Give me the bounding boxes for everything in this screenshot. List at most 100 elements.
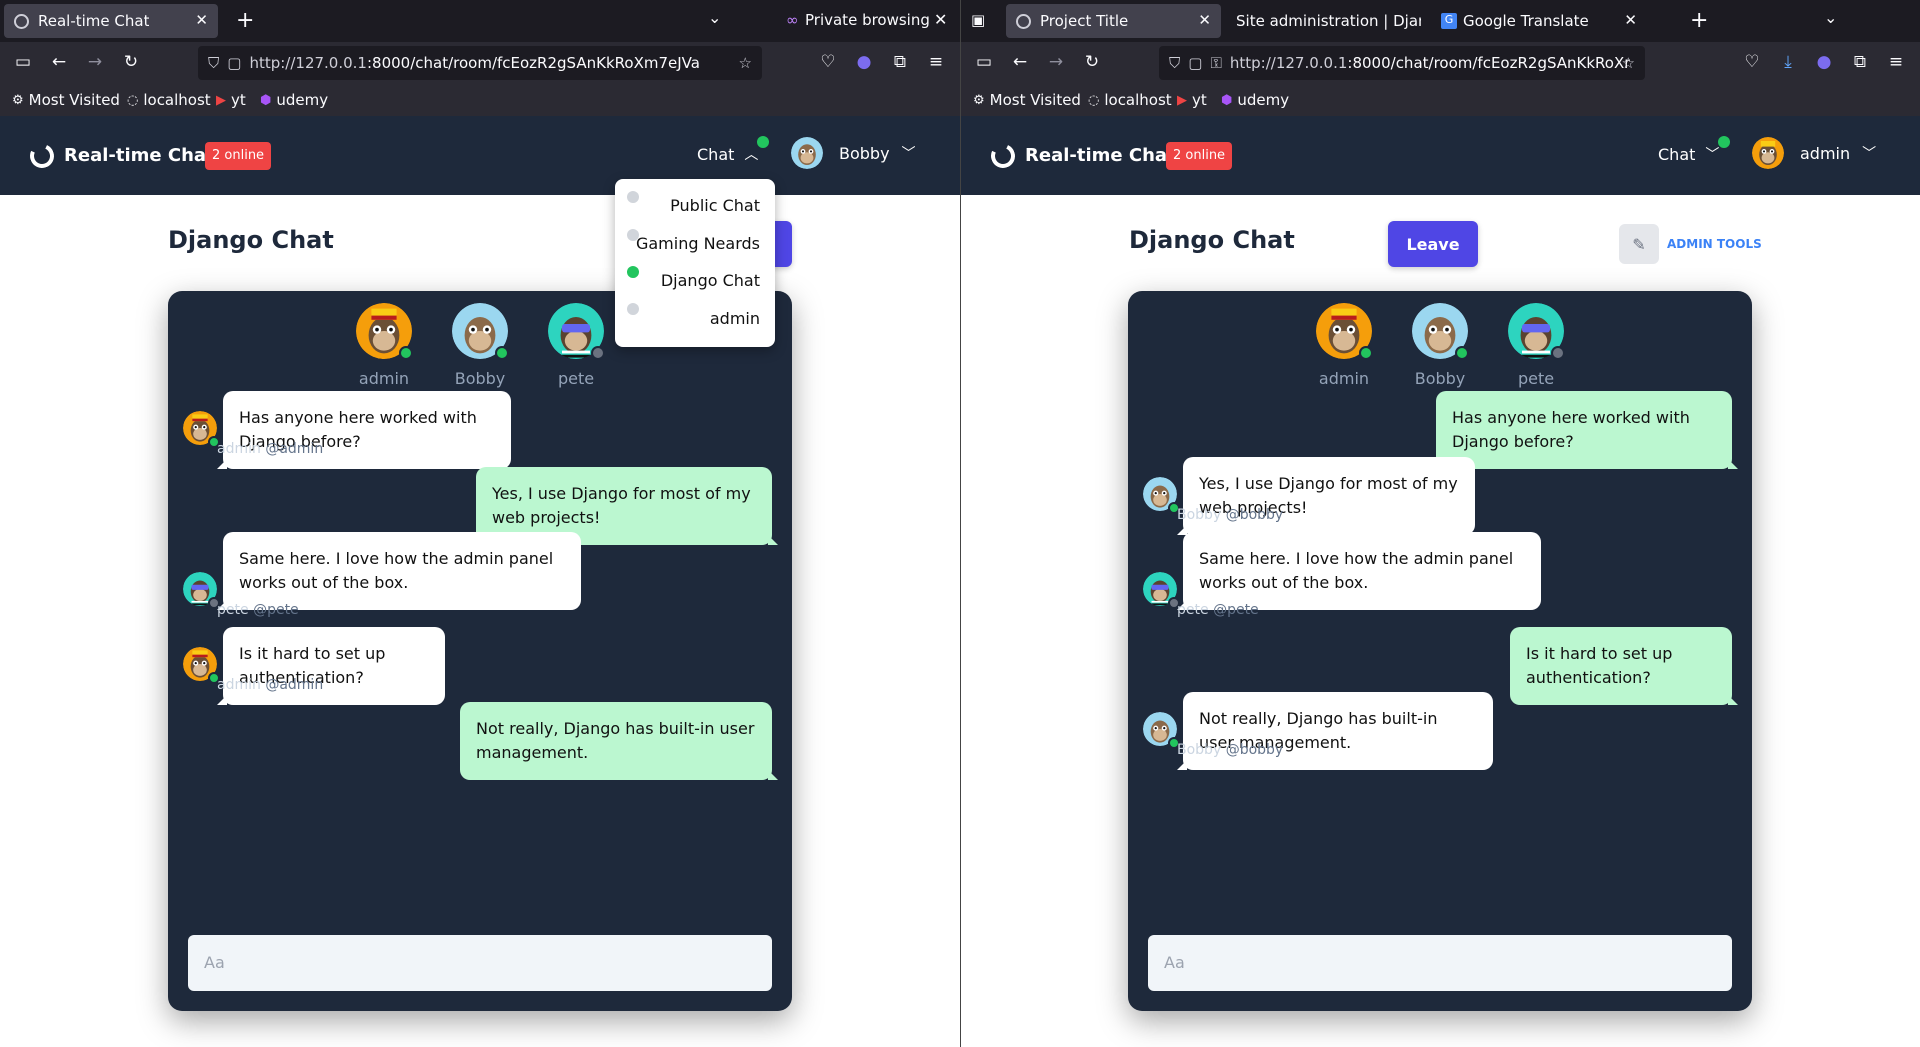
tab-google-translate[interactable]: G Google Translate ✕ — [1431, 4, 1647, 38]
message-author: Bobby @bobby — [1177, 507, 1283, 523]
chevron-down-icon: ﹀ — [901, 146, 916, 162]
online-status-dot — [1455, 346, 1469, 360]
member-list: admin Bobby pete — [1128, 303, 1752, 388]
admin-tools-label[interactable]: ADMIN TOOLS — [1667, 237, 1762, 251]
pocket-icon[interactable]: ♡ — [816, 52, 840, 72]
sidebar-icon[interactable]: ▭ — [972, 52, 996, 72]
new-tab-icon[interactable]: + — [1690, 8, 1708, 33]
bookmark-most-visited[interactable]: ⚙ Most Visited — [973, 91, 1081, 109]
url-bar[interactable]: ⛉ ▢ ⚿ http://127.0.0.1:8000/chat/room/fc… — [1159, 46, 1645, 80]
offline-status-dot — [591, 346, 605, 360]
online-indicator — [757, 136, 769, 148]
message-author: Bobby @bobby — [1177, 742, 1283, 758]
sidebar-icon[interactable]: ▭ — [11, 52, 35, 72]
close-window-icon[interactable]: ✕ — [934, 10, 947, 29]
ring-icon: ◌ — [1088, 92, 1100, 108]
message-input[interactable]: Aa — [1148, 935, 1732, 991]
member-bobby[interactable]: Bobby — [1410, 303, 1470, 388]
bookmark-localhost[interactable]: ◌ localhost — [1088, 91, 1172, 109]
bookmark-star-icon[interactable]: ☆ — [1622, 54, 1635, 72]
account-icon[interactable]: ● — [852, 52, 876, 72]
tab-project-title[interactable]: Project Title ✕ — [1006, 4, 1221, 38]
bookmark-yt[interactable]: ▶ yt — [1177, 91, 1207, 109]
forward-icon[interactable]: → — [83, 52, 107, 72]
list-tabs-icon[interactable]: ⌄ — [708, 8, 721, 27]
bookmark-most-visited[interactable]: ⚙ Most Visited — [12, 91, 120, 109]
online-indicator — [1718, 136, 1730, 148]
tab-site-administration[interactable]: Site administration | Django site admin — [1226, 4, 1429, 38]
url-text: http://127.0.0.1:8000/chat/room/fcEozR2g… — [1229, 54, 1630, 72]
brand-name[interactable]: Real-time Chat — [1025, 145, 1176, 166]
member-name: admin — [358, 369, 410, 388]
shield-icon: ⛉ — [1169, 54, 1181, 72]
member-admin[interactable]: admin — [1314, 303, 1374, 388]
extensions-icon[interactable]: ⧉ — [1848, 52, 1872, 72]
ring-logo-icon[interactable] — [987, 140, 1019, 172]
chevron-down-icon: ﹀ — [1862, 146, 1877, 162]
navigation-toolbar: ▭ ← → ↻ ⛉ ▢ http://127.0.0.1:8000/chat/r… — [0, 42, 960, 86]
udemy-icon: ⬢ — [1221, 92, 1233, 108]
message-input[interactable]: Aa — [188, 935, 772, 991]
member-pete[interactable]: pete — [546, 303, 606, 388]
menu-icon[interactable]: ≡ — [924, 52, 948, 72]
reload-icon[interactable]: ↻ — [119, 52, 143, 72]
member-admin[interactable]: admin — [354, 303, 414, 388]
account-icon[interactable]: ● — [1812, 52, 1836, 72]
author-name: admin — [217, 441, 261, 457]
member-name: Bobby — [454, 369, 506, 388]
dropdown-item-admin[interactable]: admin — [710, 309, 760, 328]
ape-avatar-icon — [183, 647, 220, 684]
user-name: Bobby — [839, 143, 890, 163]
online-status-dot — [399, 346, 413, 360]
pencil-icon[interactable]: ✎ — [1619, 224, 1659, 264]
bookmark-udemy[interactable]: ⬢ udemy — [1221, 91, 1289, 109]
tab-bar: ▣ Project Title ✕ Site administration | … — [961, 0, 1920, 42]
dropdown-item-gaming-neards[interactable]: Gaming Neards — [636, 234, 760, 253]
close-tab-icon[interactable]: ✕ — [1624, 11, 1637, 29]
online-status-dot — [1359, 346, 1373, 360]
bookmark-star-icon[interactable]: ☆ — [739, 54, 752, 72]
left-browser-window: Real-time Chat ✕ + ⌄ ∞ Private browsing … — [0, 0, 960, 1047]
member-bobby[interactable]: Bobby — [450, 303, 510, 388]
bookmark-label: localhost — [143, 91, 211, 109]
member-pete[interactable]: pete — [1506, 303, 1566, 388]
tab-favicon-icon — [14, 13, 29, 29]
member-name: pete — [1517, 369, 1555, 388]
bookmarks-toolbar: ⚙ Most Visited ◌ localhost ▶ yt ⬢ udemy — [0, 86, 960, 116]
new-tab-icon[interactable]: + — [236, 8, 254, 33]
ring-logo-icon[interactable] — [26, 140, 58, 172]
brand-name[interactable]: Real-time Chat — [64, 145, 215, 166]
back-icon[interactable]: ← — [47, 52, 71, 72]
pocket-icon[interactable]: ♡ — [1740, 52, 1764, 72]
downloads-icon[interactable]: ⤓ — [1776, 52, 1800, 72]
leave-button[interactable]: Leave — [1388, 221, 1478, 267]
bookmark-label: localhost — [1104, 91, 1172, 109]
key-icon: ⚿ — [1210, 54, 1222, 72]
forward-icon[interactable]: → — [1044, 52, 1068, 72]
extensions-icon[interactable]: ⧉ — [888, 52, 912, 72]
user-menu-toggle[interactable]: Bobby ﹀ — [791, 137, 916, 169]
user-menu-toggle[interactable]: admin ﹀ — [1752, 137, 1876, 169]
close-tab-icon[interactable]: ✕ — [195, 11, 208, 29]
bookmark-yt[interactable]: ▶ yt — [216, 91, 246, 109]
url-bar[interactable]: ⛉ ▢ http://127.0.0.1:8000/chat/room/fcEo… — [198, 46, 762, 80]
dropdown-item-django-chat[interactable]: Django Chat — [661, 271, 760, 290]
author-handle: @pete — [1213, 602, 1259, 618]
menu-icon[interactable]: ≡ — [1884, 52, 1908, 72]
admin-tools[interactable]: ✎ ADMIN TOOLS — [1619, 224, 1762, 264]
dropdown-item-public-chat[interactable]: Public Chat — [670, 196, 760, 215]
room-title: Django Chat — [168, 226, 334, 254]
bookmark-localhost[interactable]: ◌ localhost — [127, 91, 211, 109]
firefox-view-icon[interactable]: ▣ — [971, 11, 985, 29]
list-tabs-icon[interactable]: ⌄ — [1824, 8, 1837, 27]
ape-avatar-icon — [1143, 477, 1180, 514]
reload-icon[interactable]: ↻ — [1080, 52, 1104, 72]
chat-menu-toggle[interactable]: Chat ︿ — [697, 136, 769, 164]
bookmark-udemy[interactable]: ⬢ udemy — [260, 91, 328, 109]
back-icon[interactable]: ← — [1008, 52, 1032, 72]
close-tab-icon[interactable]: ✕ — [1198, 11, 1211, 29]
bookmark-label: Most Visited — [989, 91, 1081, 109]
chat-menu-toggle[interactable]: Chat ﹀ — [1658, 136, 1730, 164]
tab-real-time-chat[interactable]: Real-time Chat ✕ — [4, 4, 218, 38]
online-count-badge: 2 online — [1166, 142, 1233, 170]
